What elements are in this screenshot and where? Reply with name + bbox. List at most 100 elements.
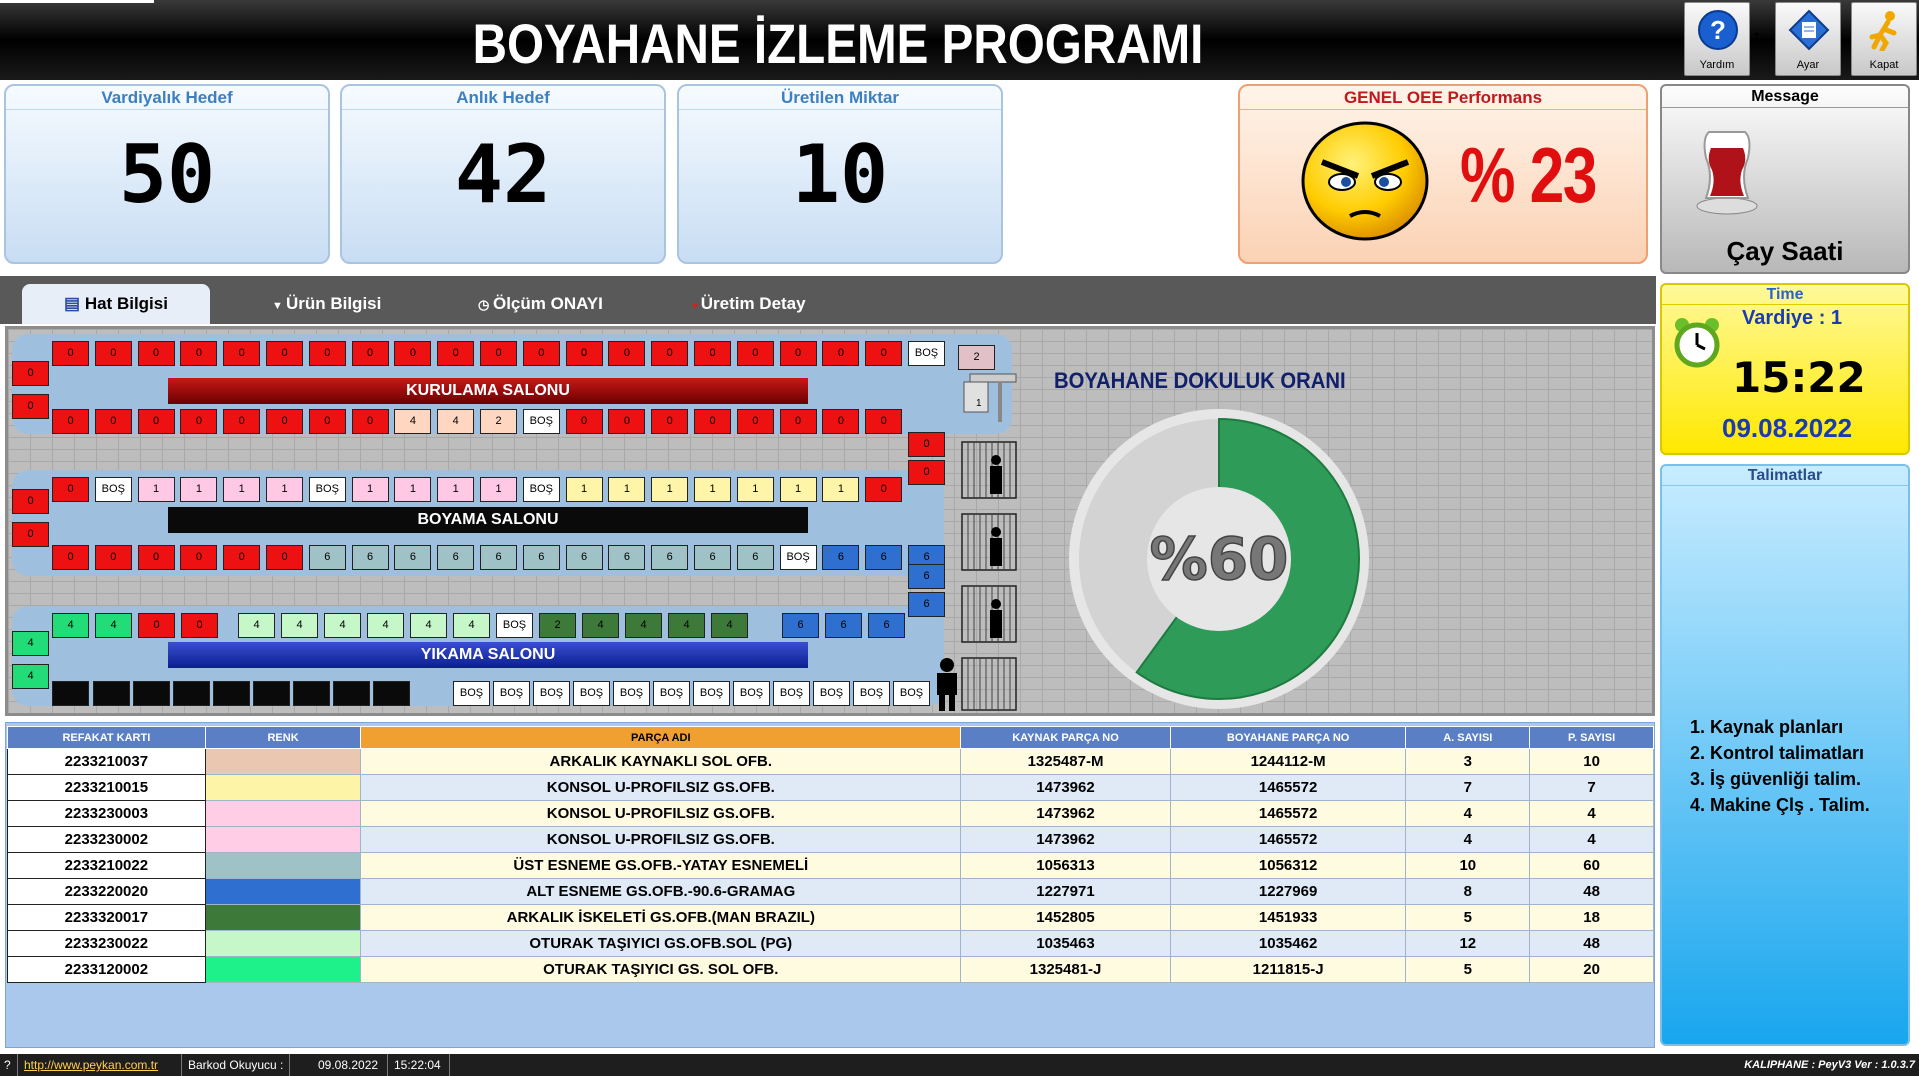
line-cell[interactable]: BOŞ (813, 681, 850, 706)
line-cell[interactable]: 0 (822, 341, 860, 366)
line-cell[interactable]: BOŞ (573, 681, 610, 706)
help-dropdown-icon[interactable]: ▾ (1754, 30, 1759, 41)
line-cell[interactable]: 0 (94, 545, 132, 570)
line-cell[interactable]: 4 (711, 613, 748, 638)
line-cell[interactable]: 4 (281, 613, 318, 638)
line-cell[interactable]: 6 (868, 613, 905, 638)
line-cell[interactable]: BOŞ (693, 681, 730, 706)
line-cell[interactable]: 6 (437, 545, 475, 570)
line-cell[interactable]: 0 (52, 477, 89, 502)
line-cell[interactable]: 6 (308, 545, 346, 570)
line-cell[interactable]: BOŞ (496, 613, 533, 638)
line-cell[interactable]: 6 (565, 545, 603, 570)
line-cell[interactable]: 0 (865, 477, 903, 502)
line-cell[interactable]: 0 (437, 341, 475, 366)
line-cell[interactable]: 1 (608, 477, 646, 502)
line-cell[interactable]: 0 (779, 409, 817, 434)
line-cell[interactable]: BOŞ (493, 681, 530, 706)
line-cell[interactable]: 0 (12, 394, 49, 419)
line-cell[interactable]: 0 (736, 341, 774, 366)
line-cell[interactable] (52, 681, 89, 706)
line-cell[interactable]: 1 (351, 477, 389, 502)
line-cell[interactable]: 0 (694, 341, 731, 366)
line-cell[interactable]: 0 (137, 409, 175, 434)
close-button[interactable]: Kapat (1851, 2, 1917, 76)
line-cell[interactable]: 4 (324, 613, 361, 638)
settings-button[interactable]: Ayar (1775, 2, 1841, 76)
line-cell[interactable]: 0 (223, 409, 261, 434)
line-cell[interactable]: 0 (736, 409, 774, 434)
line-cell[interactable]: 1 (822, 477, 860, 502)
line-cell[interactable]: 6 (608, 545, 646, 570)
line-cell[interactable]: 0 (822, 409, 860, 434)
line-cell[interactable]: BOŞ (613, 681, 650, 706)
table-row[interactable]: 2233120002 OTURAK TAŞIYICI GS. SOL OFB. 13… (7, 956, 1654, 983)
line-cell[interactable]: 1 (565, 477, 603, 502)
table-row[interactable]: 2233320017 ARKALIK İSKELETİ GS.OFB.(MAN B… (7, 904, 1654, 931)
line-cell[interactable]: 6 (480, 545, 517, 570)
line-cell[interactable] (213, 681, 250, 706)
line-cell[interactable]: 0 (12, 522, 49, 547)
line-cell[interactable]: 6 (522, 545, 560, 570)
line-cell[interactable]: 4 (410, 613, 447, 638)
line-cell[interactable]: BOŞ (94, 477, 132, 502)
line-cell[interactable]: 1 (694, 477, 731, 502)
line-cell[interactable]: 1 (736, 477, 774, 502)
line-cell[interactable]: 4 (12, 664, 49, 689)
table-row[interactable]: 2233210022 ÜST ESNEME GS.OFB.-YATAY ESNEM… (7, 852, 1654, 879)
line-cell[interactable]: 0 (779, 341, 817, 366)
line-cell[interactable]: 0 (694, 409, 731, 434)
line-cell[interactable]: 6 (351, 545, 389, 570)
line-cell[interactable]: 0 (180, 341, 218, 366)
line-cell[interactable]: 6 (822, 545, 860, 570)
line-cell[interactable]: BOŞ (733, 681, 770, 706)
help-button[interactable]: ? Yardım (1684, 2, 1750, 76)
line-cell[interactable]: 0 (52, 341, 89, 366)
line-cell[interactable]: 0 (480, 341, 517, 366)
line-cell[interactable]: 0 (308, 409, 346, 434)
instruction-item[interactable]: 1. Kaynak planları (1690, 714, 1870, 740)
line-cell[interactable]: 0 (266, 545, 303, 570)
line-cell[interactable]: 0 (651, 341, 689, 366)
line-cell[interactable]: 6 (908, 592, 945, 617)
line-cell[interactable]: 1 (779, 477, 817, 502)
line-cell[interactable]: 0 (52, 545, 89, 570)
line-cell[interactable]: 4 (453, 613, 490, 638)
line-cell[interactable]: 6 (782, 613, 819, 638)
col-kaynak[interactable]: KAYNAK PARÇA NO (960, 726, 1171, 749)
line-cell[interactable]: 1 (480, 477, 517, 502)
line-cell[interactable]: BOŞ (773, 681, 810, 706)
line-cell[interactable]: 4 (394, 409, 432, 434)
line-cell[interactable]: 0 (908, 460, 945, 485)
line-cell[interactable]: 0 (651, 409, 689, 434)
line-cell[interactable]: 0 (908, 432, 945, 457)
line-cell[interactable]: 0 (223, 341, 261, 366)
line-cell[interactable]: 0 (138, 613, 175, 638)
line-cell[interactable]: 4 (52, 613, 89, 638)
table-row[interactable]: 2233230022 OTURAK TAŞIYICI GS.OFB.SOL (PG… (7, 930, 1654, 957)
col-p-sayisi[interactable]: P. SAYISI (1529, 726, 1654, 749)
tab-urun-bilgisi[interactable]: ▼ Ürün Bilgisi (272, 284, 381, 324)
line-cell[interactable]: 6 (736, 545, 774, 570)
line-cell[interactable] (333, 681, 370, 706)
line-cell[interactable]: 0 (12, 361, 49, 386)
line-cell[interactable]: 1 (266, 477, 303, 502)
line-cell[interactable]: 4 (367, 613, 404, 638)
line-cell[interactable]: 0 (565, 409, 603, 434)
line-cell[interactable]: BOŞ (522, 409, 560, 434)
line-cell[interactable]: 4 (582, 613, 619, 638)
line-cell[interactable] (173, 681, 210, 706)
line-cell[interactable]: 0 (351, 341, 389, 366)
instruction-item[interactable]: 3. İş güvenliği talim. (1690, 766, 1870, 792)
line-cell[interactable]: 0 (865, 341, 903, 366)
line-cell[interactable]: BOŞ (308, 477, 346, 502)
table-row[interactable]: 2233210037 ARKALIK KAYNAKLI SOL OFB. 13254… (7, 748, 1654, 775)
table-row[interactable]: 2233220020 ALT ESNEME GS.OFB.-90.6-GRAMAG… (7, 878, 1654, 905)
table-row[interactable]: 2233230002 KONSOL U-PROFILSIZ GS.OFB. 1473… (7, 826, 1654, 853)
table-row[interactable]: 2233230003 KONSOL U-PROFILSIZ GS.OFB. 1473… (7, 800, 1654, 827)
line-cell[interactable]: 6 (394, 545, 432, 570)
line-cell[interactable] (93, 681, 130, 706)
line-cell[interactable] (253, 681, 290, 706)
tab-uretim-detay[interactable]: ♥ Üretim Detay (692, 284, 806, 324)
line-cell[interactable]: 6 (651, 545, 689, 570)
